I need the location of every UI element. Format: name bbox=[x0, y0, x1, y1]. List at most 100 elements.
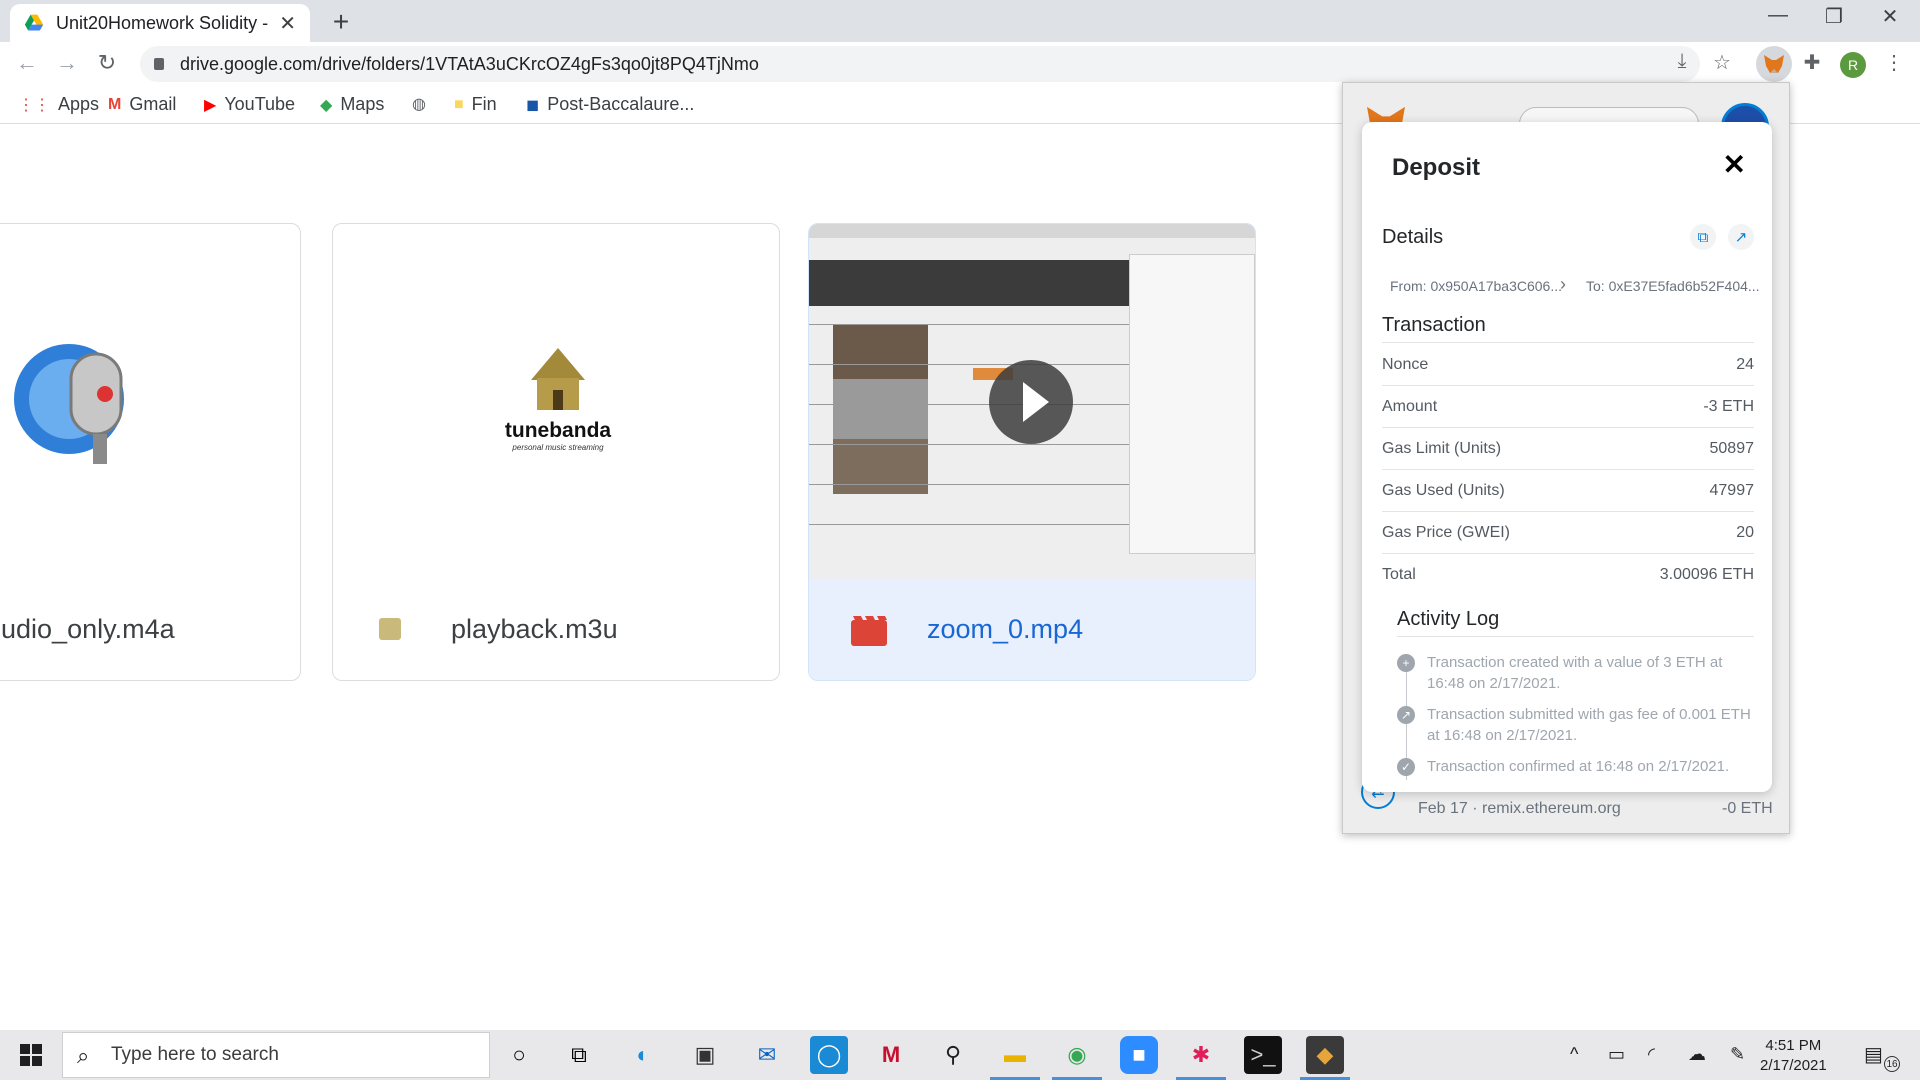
minimize-icon[interactable]: — bbox=[1758, 4, 1798, 27]
notifications-icon[interactable]: ▤ 16 bbox=[1864, 1042, 1900, 1072]
tab-strip: Unit20Homework Solidity - Goo ✕ + — ❐ ✕ bbox=[0, 0, 1920, 42]
row-gas-limit: Gas Limit (Units) 50897 bbox=[1382, 428, 1754, 470]
row-label: Gas Price (GWEI) bbox=[1382, 523, 1511, 541]
row-gas-used: Gas Used (Units) 47997 bbox=[1382, 470, 1754, 512]
search-placeholder: Type here to search bbox=[111, 1044, 279, 1065]
bookmark-maps[interactable]: ◆ Maps bbox=[320, 94, 384, 115]
file-card-footer: udio_only.m4a bbox=[0, 580, 300, 680]
app-blue-icon[interactable]: ◯ bbox=[810, 1036, 848, 1074]
pen-icon[interactable]: ✎ bbox=[1730, 1044, 1745, 1065]
file-name: playback.m3u bbox=[451, 614, 618, 644]
row-amount: Amount -3 ETH bbox=[1382, 386, 1754, 428]
url-text: drive.google.com/drive/folders/1VTAtA3uC… bbox=[180, 53, 759, 74]
chevron-right-icon: › bbox=[1560, 274, 1566, 294]
bookmark-apps[interactable]: ⋮⋮ Apps bbox=[18, 94, 99, 115]
browser-tab[interactable]: Unit20Homework Solidity - Goo ✕ bbox=[10, 4, 310, 42]
row-nonce: Nonce 24 bbox=[1382, 344, 1754, 386]
zoom-icon[interactable]: ■ bbox=[1120, 1036, 1158, 1074]
thumb-brand: tunebanda bbox=[504, 419, 612, 442]
new-tab-button[interactable]: + bbox=[326, 6, 356, 38]
bookmark-label: Post-Baccalaure... bbox=[547, 94, 695, 114]
bookmark-label: YouTube bbox=[224, 94, 296, 114]
row-label: Total bbox=[1382, 566, 1416, 583]
close-modal-icon[interactable]: ✕ bbox=[1723, 148, 1746, 181]
store-icon[interactable]: ▣ bbox=[686, 1036, 724, 1074]
details-heading: Details bbox=[1382, 226, 1444, 248]
search-icon: ⌕ bbox=[77, 1043, 90, 1068]
restore-icon[interactable]: ❐ bbox=[1814, 4, 1854, 29]
activity-amount: -0 ETH bbox=[1722, 800, 1773, 817]
transaction-details-modal: Deposit ✕ Details ⧉ ↗ From: 0x950A17ba3C… bbox=[1362, 122, 1772, 792]
play-icon[interactable] bbox=[989, 360, 1073, 444]
to-address: To: 0xE37E5fad6b52F404... bbox=[1586, 278, 1760, 294]
row-label: Nonce bbox=[1382, 355, 1429, 373]
mcafee-icon[interactable]: M bbox=[872, 1036, 910, 1074]
plus-icon: + bbox=[1397, 654, 1415, 672]
row-gas-price: Gas Price (GWEI) 20 bbox=[1382, 512, 1754, 554]
task-view-icon[interactable]: ⧉ bbox=[560, 1036, 598, 1074]
onedrive-icon[interactable]: ☁ bbox=[1688, 1044, 1706, 1065]
metamask-extension-button[interactable] bbox=[1756, 46, 1792, 82]
bookmark-gmail[interactable]: M Gmail bbox=[108, 94, 176, 115]
globe-icon: ◍ bbox=[412, 96, 426, 113]
system-clock[interactable]: 4:51 PM 2/17/2021 bbox=[1760, 1036, 1827, 1076]
file-explorer-icon[interactable]: ▬ bbox=[990, 1036, 1040, 1080]
file-card-footer: playback.m3u bbox=[333, 580, 779, 680]
forward-icon[interactable]: → bbox=[52, 50, 82, 76]
extensions-puzzle-icon[interactable]: ✚ bbox=[1798, 50, 1826, 75]
copy-icon[interactable]: ⧉ bbox=[1690, 224, 1716, 250]
file-name: udio_only.m4a bbox=[1, 614, 175, 644]
row-label: Gas Limit (Units) bbox=[1382, 439, 1502, 457]
profile-avatar[interactable]: R bbox=[1840, 52, 1866, 78]
external-link-icon[interactable]: ↗ bbox=[1728, 224, 1754, 250]
bookmark-label: Apps bbox=[58, 94, 100, 114]
row-value: 50897 bbox=[1709, 439, 1755, 457]
bookmark-post-bacc[interactable]: ◼ Post-Baccalaure... bbox=[526, 94, 694, 115]
chevron-up-icon[interactable]: ^ bbox=[1570, 1044, 1578, 1065]
site-icon: ◼ bbox=[526, 96, 540, 114]
taskbar-search[interactable]: ⌕ Type here to search bbox=[62, 1032, 490, 1078]
divider bbox=[1397, 636, 1754, 637]
feedback-icon[interactable]: ⚲ bbox=[934, 1036, 972, 1074]
gmail-icon: M bbox=[108, 95, 122, 113]
battery-icon[interactable]: ▭ bbox=[1608, 1044, 1625, 1065]
wifi-icon[interactable]: ◜ bbox=[1648, 1044, 1655, 1065]
folder-icon: ■ bbox=[454, 95, 464, 113]
file-card-footer: zoom_0.mp4 bbox=[809, 580, 1255, 680]
terminal-icon[interactable]: >_ bbox=[1244, 1036, 1282, 1074]
row-label: Amount bbox=[1382, 397, 1438, 415]
close-tab-icon[interactable]: ✕ bbox=[279, 11, 296, 36]
transaction-heading: Transaction bbox=[1382, 314, 1486, 336]
edge-icon[interactable]: ◐ bbox=[624, 1036, 662, 1074]
file-name: zoom_0.mp4 bbox=[927, 614, 1084, 644]
reload-icon[interactable]: ↻ bbox=[92, 50, 122, 76]
bookmark-fin[interactable]: ■ Fin bbox=[454, 94, 497, 115]
bookmark-globe[interactable]: ◍ bbox=[412, 94, 434, 114]
slack-icon[interactable]: ✱ bbox=[1176, 1036, 1226, 1080]
close-window-icon[interactable]: ✕ bbox=[1870, 4, 1910, 29]
windows-start-icon[interactable] bbox=[20, 1044, 42, 1066]
windows-taskbar: ⌕ Type here to search ○ ⧉ ◐ ▣ ✉ ◯ M ⚲ ▬ … bbox=[0, 1030, 1920, 1080]
ganache-icon[interactable]: ◆ bbox=[1300, 1036, 1350, 1080]
log-text: Transaction created with a value of 3 ET… bbox=[1427, 654, 1723, 692]
hut-icon bbox=[531, 348, 585, 410]
log-item: ✓ Transaction confirmed at 16:48 on 2/17… bbox=[1397, 756, 1757, 777]
bookmark-youtube[interactable]: ▶ YouTube bbox=[204, 94, 295, 115]
mail-icon[interactable]: ✉ bbox=[748, 1036, 786, 1074]
file-card[interactable]: tunebanda personal music streaming playb… bbox=[332, 223, 780, 681]
check-icon: ✓ bbox=[1397, 758, 1415, 776]
lock-icon bbox=[154, 58, 164, 70]
file-card[interactable]: udio_only.m4a bbox=[0, 223, 301, 681]
install-icon[interactable]: ⤓ bbox=[1668, 50, 1696, 73]
bookmark-star-icon[interactable]: ☆ bbox=[1708, 50, 1736, 75]
youtube-icon: ▶ bbox=[204, 96, 217, 114]
chrome-icon[interactable]: ◉ bbox=[1052, 1036, 1102, 1080]
address-bar[interactable]: drive.google.com/drive/folders/1VTAtA3uC… bbox=[140, 46, 1700, 82]
cortana-icon[interactable]: ○ bbox=[500, 1036, 538, 1074]
video-thumbnail bbox=[809, 224, 1255, 582]
back-icon[interactable]: ← bbox=[12, 50, 42, 76]
file-card[interactable]: zoom_0.mp4 bbox=[808, 223, 1256, 681]
from-address: From: 0x950A17ba3C606... bbox=[1390, 278, 1562, 294]
row-value: -3 ETH bbox=[1703, 397, 1754, 415]
browser-menu-icon[interactable]: ⋮ bbox=[1880, 50, 1908, 75]
